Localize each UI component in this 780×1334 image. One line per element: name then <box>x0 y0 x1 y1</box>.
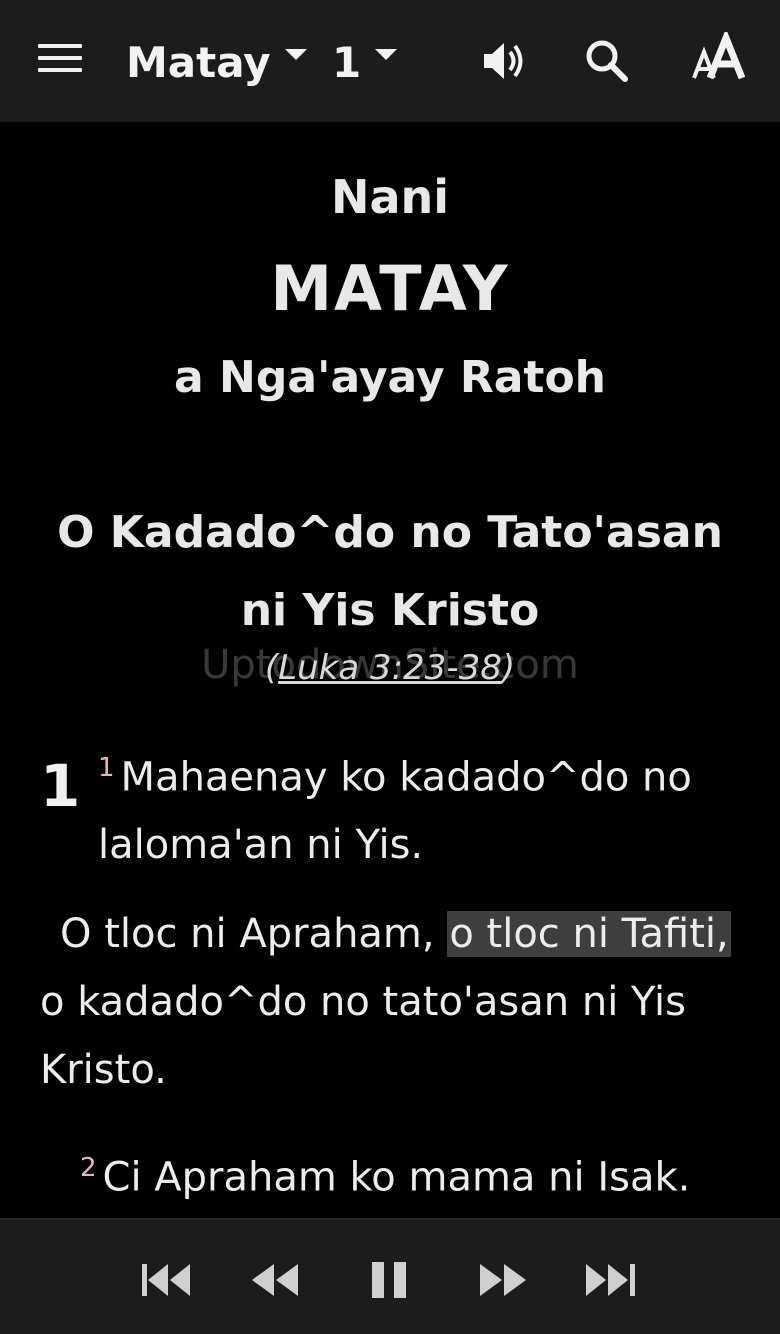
skip-first-icon[interactable] <box>140 1258 194 1302</box>
highlighted-text[interactable]: o tloc ni Tafiti, <box>447 911 731 957</box>
chapter-selector-label: 1 <box>332 38 362 87</box>
verse-text: Mahaenay ko kadado^do no laloma'an ni Yi… <box>98 754 692 869</box>
book-heading-small: Nani <box>330 170 450 224</box>
verse-number: 1 <box>98 753 115 783</box>
speaker-icon[interactable] <box>478 36 528 86</box>
section-title: O Kadado^do no Tato'asan ni Yis Kristo <box>57 507 723 636</box>
pause-icon[interactable] <box>368 1258 412 1302</box>
verse-text: O tloc ni Apraham, <box>60 911 448 957</box>
chapter-selector[interactable]: 1 <box>332 38 398 87</box>
rewind-icon[interactable] <box>248 1258 302 1302</box>
font-size-icon[interactable] <box>690 28 750 82</box>
audio-player-bar <box>0 1218 780 1334</box>
verse-text: Ci Apraham ko mama ni Isak. <box>102 1154 691 1201</box>
verse-text: o kadado^do no tato'asan ni Yis Kristo. <box>40 979 686 1093</box>
scripture-content: Nani MATAY a Nga'ayay Ratoh O Kadado^do … <box>0 122 780 1218</box>
book-selector[interactable]: Matay <box>126 38 307 87</box>
search-icon[interactable] <box>582 36 632 86</box>
book-selector-label: Matay <box>126 38 271 87</box>
verse-number: 2 <box>80 1153 97 1183</box>
cross-reference-link[interactable]: Luka 3:23-38 <box>278 648 502 688</box>
skip-last-icon[interactable] <box>584 1258 640 1302</box>
verse-2[interactable]: 2 Ci Apraham ko mama ni Isak. <box>80 1134 760 1211</box>
verse-1-continued[interactable]: O tloc ni Apraham, o tloc ni Tafiti, o k… <box>40 900 760 1104</box>
chevron-down-icon <box>375 49 398 60</box>
book-heading-subtitle: a Nga'ayay Ratoh <box>173 352 606 403</box>
chevron-down-icon <box>284 49 307 60</box>
book-heading-title: MATAY <box>270 252 510 325</box>
fast-forward-icon[interactable] <box>476 1258 530 1302</box>
cross-reference: (Luka 3:23-38) <box>264 648 516 688</box>
top-app-bar: Matay 1 <box>0 0 780 122</box>
hamburger-icon[interactable] <box>38 44 82 78</box>
verse-1[interactable]: 1 Mahaenay ko kadado^do no laloma'an ni Y… <box>98 734 748 879</box>
chapter-number: 1 <box>40 752 81 820</box>
